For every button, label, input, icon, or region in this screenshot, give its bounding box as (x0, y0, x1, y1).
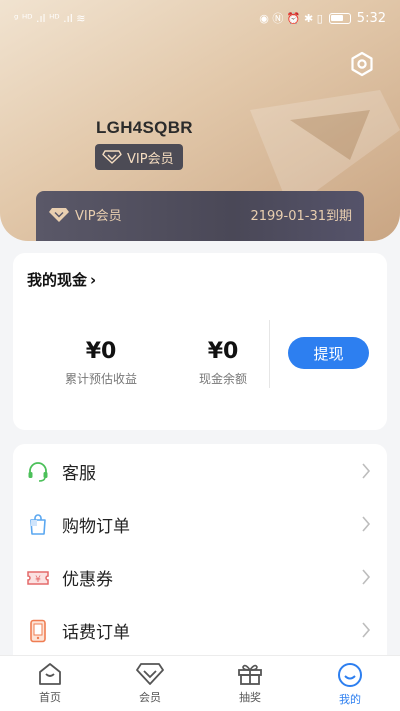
cash-balance-label: 现金余额 (198, 372, 247, 386)
menu-item-label: 优惠券 (62, 570, 113, 590)
menu-item-label: 购物订单 (62, 517, 130, 537)
chevron-right-icon (362, 516, 371, 532)
estimated-earnings-amount: ¥0 (85, 339, 117, 364)
chevron-right-icon (362, 622, 371, 638)
phone-bill-icon (26, 619, 50, 643)
menu-item-phone-bill-orders[interactable]: 话费订单 (13, 604, 387, 657)
diamond-icon (102, 150, 122, 164)
menu-list: 客服 购物订单 ¥ 优惠券 话费订单 (13, 444, 387, 669)
cash-card: 我的现金 › ¥0 累计预估收益 ¥0 现金余额 提现 (13, 253, 387, 430)
vip-badge: VIP会员 (95, 144, 183, 170)
my-cash-link[interactable]: 我的现金 › (27, 269, 96, 290)
profile-header: ᵍ ᴴᴰ .ıl ᴴᴰ .ıl ≋ ◉ Ⓝ ⏰ ✱ ▯ 5:32 LGH4SQB… (0, 0, 400, 241)
coupon-icon: ¥ (26, 566, 50, 590)
cash-balance-amount: ¥0 (207, 339, 239, 364)
menu-item-label: 话费订单 (62, 623, 130, 643)
chevron-right-icon (362, 463, 371, 479)
home-icon (39, 663, 61, 685)
gear-icon (351, 51, 373, 77)
tab-label: 会员 (139, 691, 161, 704)
vip-expiry-date: 2199-01-31到期 (250, 209, 352, 224)
vip-badge-label: VIP会员 (127, 151, 174, 167)
diamond-icon (49, 207, 69, 222)
svg-text:¥: ¥ (35, 575, 41, 585)
withdraw-button[interactable]: 提现 (288, 337, 369, 369)
tab-label: 首页 (39, 691, 61, 704)
tab-lottery[interactable]: 抽奖 (200, 656, 300, 711)
cash-title: 我的现金 (27, 271, 88, 289)
headset-icon (26, 460, 50, 484)
username: LGH4SQBR (96, 118, 193, 137)
tab-home[interactable]: 首页 (0, 656, 100, 711)
divider (269, 320, 270, 388)
cash-balance: ¥0 现金余额 (163, 339, 283, 387)
smile-icon (338, 663, 362, 687)
chevron-right-icon: › (90, 270, 97, 289)
battery-icon (328, 12, 351, 24)
tab-mine[interactable]: 我的 (300, 656, 400, 711)
signal-icons: ᵍ ᴴᴰ .ıl ᴴᴰ .ıl ≋ (14, 11, 86, 25)
gift-icon (238, 664, 262, 685)
chevron-right-icon (362, 569, 371, 585)
estimated-earnings-label: 累计预估收益 (64, 372, 137, 386)
menu-item-label: 客服 (62, 464, 96, 484)
estimated-earnings: ¥0 累计预估收益 (41, 339, 161, 387)
tab-label: 抽奖 (239, 691, 261, 704)
vip-membership-card[interactable]: VIP会员 2199-01-31到期 (36, 191, 364, 241)
tab-label: 我的 (339, 693, 361, 706)
settings-button[interactable] (346, 48, 378, 80)
shopping-bag-icon (26, 513, 50, 537)
system-status-icons: ◉ Ⓝ ⏰ ✱ ▯ (259, 12, 323, 25)
vip-card-label: VIP会员 (75, 209, 122, 224)
menu-item-coupons[interactable]: ¥ 优惠券 (13, 551, 387, 604)
diamond-icon (136, 663, 164, 685)
status-bar: ᵍ ᴴᴰ .ıl ᴴᴰ .ıl ≋ ◉ Ⓝ ⏰ ✱ ▯ 5:32 (0, 0, 400, 36)
tab-membership[interactable]: 会员 (100, 656, 200, 711)
menu-item-shopping-orders[interactable]: 购物订单 (13, 498, 387, 551)
bottom-navigation: 首页 会员 抽奖 我的 (0, 655, 400, 711)
menu-item-customer-service[interactable]: 客服 (13, 445, 387, 498)
clock: 5:32 (356, 10, 386, 26)
